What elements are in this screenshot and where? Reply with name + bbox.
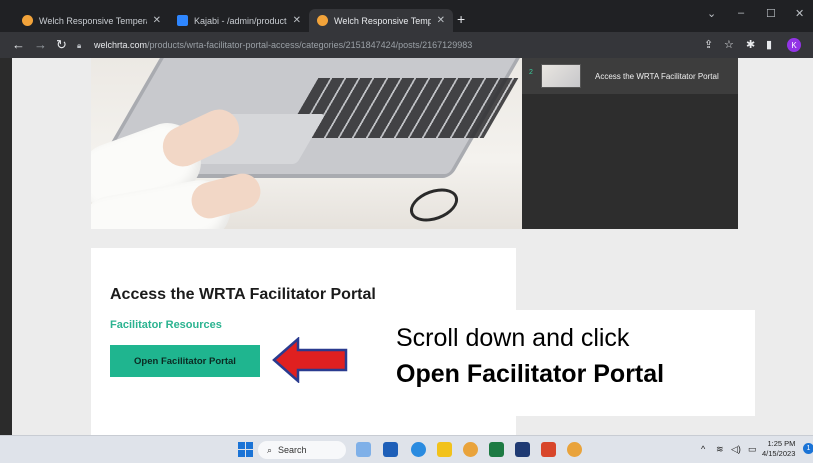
left-edge-panel (0, 58, 12, 435)
address-bar[interactable]: 🔒︎ welchrta.com /products/wrta-facilitat… (77, 36, 687, 54)
sidebar-lesson-item[interactable]: 2 Access the WRTA Facilitator Portal (522, 58, 738, 94)
browser-tab-strip: Welch Responsive Temperament ✕ Kajabi - … (0, 0, 813, 32)
instruction-line-1: Scroll down and click (396, 324, 630, 352)
instruction-callout: Scroll down and click Open Facilitator P… (375, 310, 755, 416)
maximize-icon[interactable]: ☐ (766, 7, 776, 20)
url-path: /products/wrta-facilitator-portal-access… (147, 40, 473, 50)
page-content: 2 Access the WRTA Facilitator Portal Acc… (0, 58, 813, 435)
open-facilitator-portal-button[interactable]: Open Facilitator Portal (110, 345, 260, 377)
search-icon: ⌕ (267, 444, 273, 455)
lesson-title: Access the WRTA Facilitator Portal (595, 72, 719, 81)
next-post-card (91, 416, 516, 435)
tab-search-icon[interactable]: ⌄ (707, 7, 716, 20)
side-panel-icon[interactable]: ▮ (766, 38, 772, 51)
close-tab-icon[interactable]: ✕ (437, 15, 445, 26)
volume-icon[interactable]: ◁) (731, 444, 741, 455)
tab-kajabi[interactable]: Kajabi - /admin/products/214747 ✕ (169, 9, 309, 32)
tab-title: Kajabi - /admin/products/214747 (194, 15, 287, 26)
tray-chevron-icon[interactable]: ^ (701, 444, 705, 454)
excel-icon[interactable] (489, 442, 504, 457)
tab-welch-1[interactable]: Welch Responsive Temperament ✕ (14, 9, 169, 32)
lock-icon: 🔒︎ (77, 40, 82, 50)
close-window-icon[interactable]: ✕ (795, 7, 804, 20)
lesson-number: 2 (529, 69, 533, 76)
reload-icon[interactable]: ↻ (56, 37, 67, 53)
chrome-icon[interactable] (463, 442, 478, 457)
url-host: welchrta.com (94, 40, 148, 50)
word-icon[interactable] (383, 442, 398, 457)
post-subheading: Facilitator Resources (110, 319, 222, 331)
kajabi-favicon-icon (177, 15, 188, 26)
file-explorer-icon[interactable] (437, 442, 452, 457)
close-tab-icon[interactable]: ✕ (293, 15, 301, 26)
minimize-icon[interactable]: – (738, 7, 744, 19)
edge-icon[interactable] (411, 442, 426, 457)
notification-badge[interactable]: 1 (803, 443, 813, 454)
profile-avatar[interactable]: K (787, 38, 801, 52)
browser-toolbar: ← → ↻ 🔒︎ welchrta.com /products/wrta-fac… (0, 32, 813, 58)
welch-favicon-icon (22, 15, 33, 26)
extensions-icon[interactable]: ✱ (746, 38, 755, 51)
tab-title: Welch Responsive Temperament (39, 15, 147, 26)
red-arrow-icon (272, 337, 348, 383)
battery-icon[interactable]: ▭ (748, 444, 757, 455)
share-icon[interactable]: ⇪ (704, 38, 713, 51)
back-icon[interactable]: ← (12, 37, 25, 52)
taskbar-search[interactable]: ⌕ Search (258, 441, 346, 459)
clock-date: 4/15/2023 (762, 449, 796, 458)
instruction-line-2: Open Facilitator Portal (396, 360, 665, 388)
bookmark-star-icon[interactable]: ☆ (724, 38, 734, 51)
lesson-sidebar: 2 Access the WRTA Facilitator Portal (522, 58, 738, 229)
lesson-thumbnail (541, 64, 581, 88)
chrome-profile-icon[interactable] (567, 442, 582, 457)
tab-title: Welch Responsive Temperament (334, 15, 431, 26)
post-title: Access the WRTA Facilitator Portal (110, 286, 376, 303)
windows-taskbar: ⌕ Search ^ ≋ ◁) ▭ 1:25 PM 4/15/2023 1 (0, 435, 813, 463)
system-clock[interactable]: 1:25 PM 4/15/2023 (762, 439, 795, 459)
clock-time: 1:25 PM (767, 439, 796, 448)
wifi-icon[interactable]: ≋ (716, 444, 724, 455)
new-tab-button[interactable]: + (457, 11, 465, 27)
teams-icon[interactable] (515, 442, 530, 457)
widgets-icon[interactable] (356, 442, 371, 457)
welch-favicon-icon (317, 15, 328, 26)
windows-start-icon[interactable] (238, 442, 253, 457)
forward-icon[interactable]: → (34, 37, 47, 52)
eyeglasses-shape (405, 182, 463, 228)
close-tab-icon[interactable]: ✕ (153, 15, 161, 26)
taskbar-search-label: Search (278, 445, 307, 455)
powerpoint-icon[interactable] (541, 442, 556, 457)
hero-image (91, 58, 522, 229)
tab-welch-active[interactable]: Welch Responsive Temperament ✕ (309, 9, 453, 32)
laptop-keyboard (283, 78, 519, 138)
